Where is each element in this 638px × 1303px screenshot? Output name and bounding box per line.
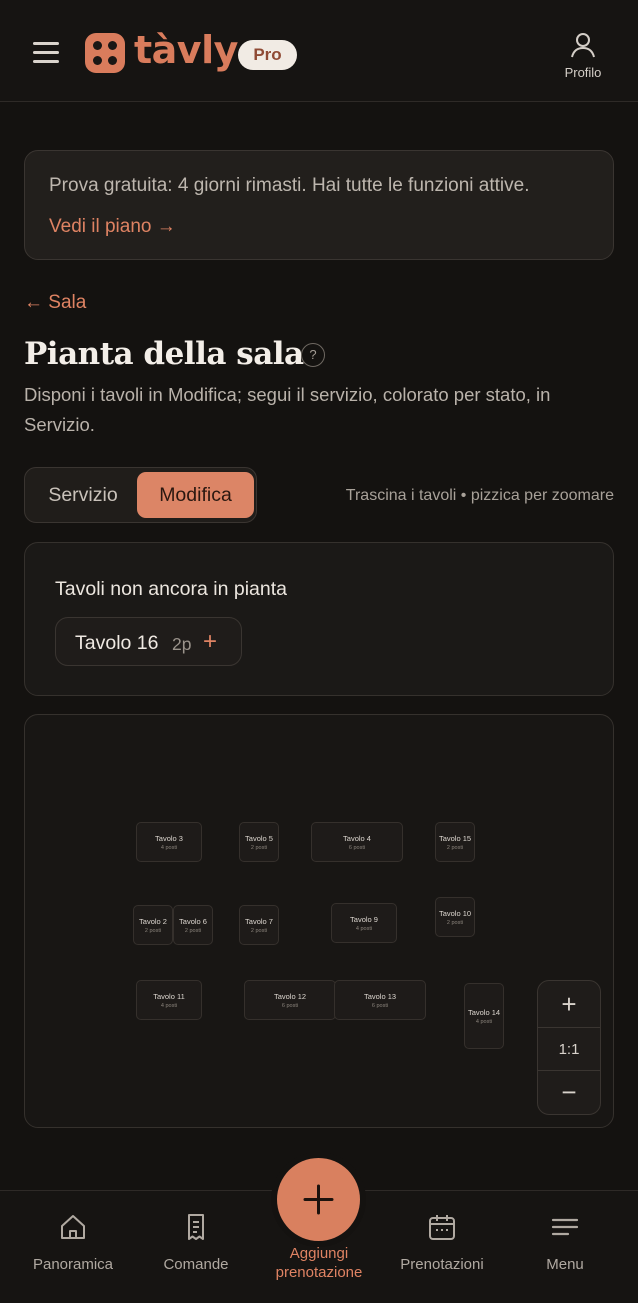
floor-table[interactable]: Tavolo 11 4 posti [136,980,202,1020]
calendar-icon [429,1215,455,1240]
floor-table-seats: 4 posti [160,1003,178,1009]
floor-table[interactable]: Tavolo 3 4 posti [136,822,202,862]
floor-table-name: Tavolo 14 [467,1008,501,1017]
floor-table-seats: 2 posti [250,845,268,851]
gesture-hint: Trascina i tavoli • pizzica per zoomare [345,487,614,504]
floor-table[interactable]: Tavolo 6 2 posti [173,905,213,945]
nav-label: Comande [163,1256,229,1273]
tab-modifica[interactable]: Modifica [137,472,254,518]
nav-label: Menu [546,1256,584,1273]
floor-table-name: Tavolo 10 [438,909,472,918]
floor-table-name: Tavolo 5 [245,834,273,843]
floor-table-seats: 4 posti [160,845,178,851]
nav-label: Panoramica [32,1256,114,1273]
dice-logo-icon [85,33,125,73]
floor-table-seats: 2 posti [184,928,202,934]
mode-switch: Servizio Modifica [24,467,257,523]
unplaced-tables-card: Tavoli non ancora in pianta Tavolo 16 2p… [24,542,614,696]
user-icon [571,33,595,58]
floor-table-name: Tavolo 15 [438,834,472,843]
zoom-controls: + 1:1 − [537,980,601,1115]
receipt-icon [188,1214,204,1240]
floor-table[interactable]: Tavolo 10 2 posti [435,897,475,937]
add-reservation-label: Aggiungi prenotazione [275,1245,363,1281]
floor-table[interactable]: Tavolo 7 2 posti [239,905,279,945]
floor-plan-canvas[interactable]: Tavolo 3 4 posti Tavolo 5 2 posti Tavolo 4… [24,714,614,1128]
floor-table[interactable]: Tavolo 9 4 posti [331,903,397,943]
unplaced-table-chip[interactable]: Tavolo 16 2p + [55,617,242,666]
add-reservation-button[interactable] [277,1158,360,1241]
hamburger-icon[interactable] [33,42,59,64]
nav-comande[interactable]: Comande [151,1213,241,1273]
floor-table[interactable]: Tavolo 15 2 posti [435,822,475,862]
profile-button[interactable]: Profilo [556,32,610,82]
back-to-sala-link[interactable]: ← Sala [24,292,86,314]
floor-table-name: Tavolo 6 [179,917,207,926]
plus-icon [303,1184,334,1215]
floor-table-name: Tavolo 7 [245,917,273,926]
zoom-reset-button[interactable]: 1:1 [538,1027,600,1071]
floor-table[interactable]: Tavolo 14 4 posti [464,983,504,1049]
floor-table-name: Tavolo 9 [350,915,378,924]
chip-table-name: Tavolo 16 [75,632,159,654]
trial-banner: Prova gratuita: 4 giorni rimasti. Hai tu… [24,150,614,260]
floor-table-seats: 2 posti [446,845,464,851]
top-bar: tàvly Pro Profilo [0,0,638,102]
floor-table-name: Tavolo 3 [155,834,183,843]
floor-table[interactable]: Tavolo 12 6 posti [244,980,336,1020]
page-description: Disponi i tavoli in Modifica; segui il s… [24,384,551,435]
profile-label: Profilo [564,65,602,80]
floor-table-seats: 4 posti [355,926,373,932]
floor-table[interactable]: Tavolo 4 6 posti [311,822,403,862]
floor-table-name: Tavolo 13 [363,992,397,1001]
floor-table-seats: 6 posti [371,1003,389,1009]
zoom-in-button[interactable]: + [538,982,600,1026]
floor-table[interactable]: Tavolo 5 2 posti [239,822,279,862]
unplaced-title: Tavoli non ancora in pianta [55,578,287,600]
floor-table-seats: 2 posti [250,928,268,934]
floor-table-name: Tavolo 2 [139,917,167,926]
chip-table-seats: 2p [172,634,192,654]
zoom-out-button[interactable]: − [538,1070,600,1114]
pro-badge: Pro [238,40,297,70]
tab-servizio[interactable]: Servizio [29,472,137,518]
floor-table[interactable]: Tavolo 13 6 posti [334,980,426,1020]
help-icon[interactable]: ? [301,343,325,367]
floor-table-name: Tavolo 12 [273,992,307,1001]
floor-table-seats: 6 posti [281,1003,299,1009]
menu-lines-icon [551,1218,579,1236]
floor-table-name: Tavolo 11 [153,992,185,1001]
add-icon: + [203,628,218,655]
floor-table[interactable]: Tavolo 2 2 posti [133,905,173,945]
home-icon [61,1215,85,1239]
nav-label: Prenotazioni [400,1256,484,1273]
brand-name: tàvly [134,28,238,72]
floor-table-seats: 6 posti [348,845,366,851]
nav-prenotazioni[interactable]: Prenotazioni [392,1213,492,1273]
nav-panoramica[interactable]: Panoramica [28,1213,118,1273]
trial-text: Prova gratuita: 4 giorni rimasti. Hai tu… [49,175,530,196]
view-plan-link[interactable]: Vedi il piano → [49,216,176,238]
floor-table-name: Tavolo 4 [343,834,371,843]
floor-table-seats: 2 posti [446,920,464,926]
page-title: Pianta della sala [24,336,304,372]
nav-menu[interactable]: Menu [525,1213,605,1273]
floor-table-seats: 2 posti [144,928,162,934]
floor-table-seats: 4 posti [475,1019,493,1025]
